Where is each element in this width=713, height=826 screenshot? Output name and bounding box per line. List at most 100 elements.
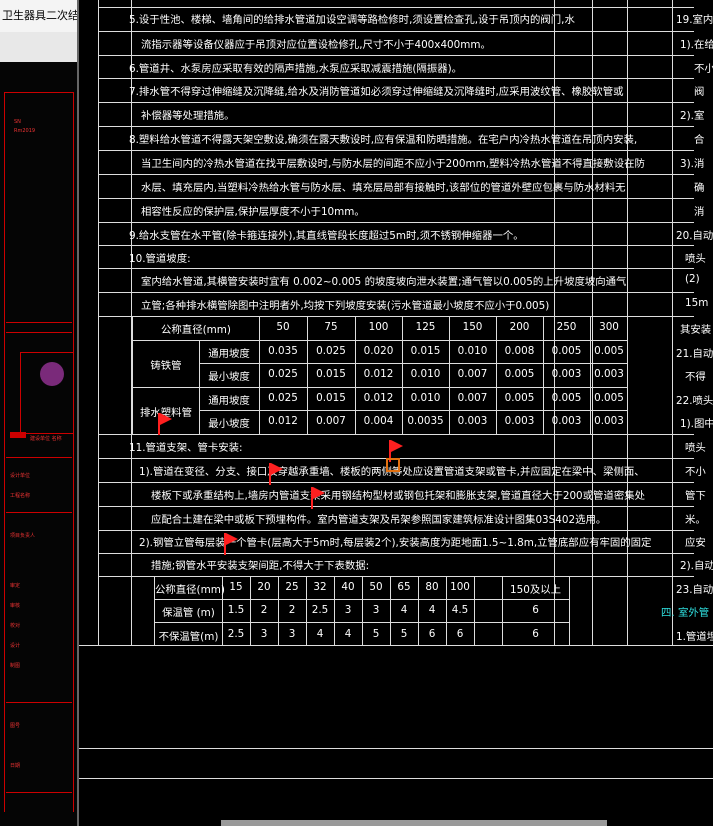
table-group: 铸铁管: [150, 360, 182, 372]
right-col-line: 20.自动喷: [676, 230, 713, 242]
row-label: 最小坡度: [208, 418, 250, 430]
table-cell: 0.015: [316, 392, 346, 404]
table-cell: 0.008: [504, 345, 535, 357]
red-flag-icon[interactable]: [224, 533, 238, 555]
table-cell: 0.012: [363, 392, 394, 404]
table-header: 250: [556, 321, 577, 333]
right-col-line: 不得: [685, 371, 706, 383]
table-header: 300: [599, 321, 619, 333]
right-col-line: 1).图中: [680, 418, 713, 430]
note-line: 补偿器等处理措施。: [141, 110, 235, 122]
table-cell: 4: [400, 604, 408, 616]
table-cell: 0.015: [410, 345, 441, 357]
row-label: 不保温管(m): [158, 631, 219, 643]
table-cell: 6: [532, 604, 539, 616]
table-header: 100: [450, 581, 470, 593]
table-cell: 0.007: [457, 392, 488, 404]
right-col-line: 不小: [685, 466, 706, 478]
table-header: 40: [341, 581, 355, 593]
table-cell: 0.010: [410, 392, 441, 404]
thumb-label: 审定: [10, 583, 21, 589]
note-line: 水层、填充层内,当塑料冷热给水管与防水层、填充层局部有接触时,该部位的管道外壁应…: [141, 182, 626, 194]
table-cell: 0.035: [268, 345, 298, 357]
right-col-line: 阀: [694, 86, 705, 98]
cad-drawing-canvas[interactable]: 5.设于性池、楼梯、墙角间的给排水管道加设空调等路检修时,须设置检查孔,设于吊顶…: [79, 0, 713, 826]
table-header: 50: [369, 581, 383, 593]
right-col-line: 21.自动喷: [676, 348, 713, 360]
table-cell: 6: [456, 628, 464, 640]
note-line: 7.排水管不得穿过伸缩缝及沉降缝,给水及消防管道如必须穿过伸缩缝及沉降缝时,应采…: [129, 86, 624, 98]
thumb-label: 项目负责人: [10, 533, 36, 539]
table-cell: 0.005: [551, 392, 582, 404]
table-header: 200: [509, 321, 530, 333]
left-panel: 卫生器具二次结 SN Rm2019 建设单位 名称 设计单位 工程名称 项目负责…: [0, 0, 77, 826]
table-cell: 0.015: [316, 368, 346, 380]
note-line: 5.设于性池、楼梯、墙角间的给排水管道加设空调等路检修时,须设置检查孔,设于吊顶…: [129, 14, 575, 26]
right-col-line: 消: [694, 206, 705, 218]
table-cell: 5: [372, 628, 380, 640]
note-line: 流指示器等设备仪器应于吊顶对应位置设检修孔,尺寸不小于400x400mm。: [141, 39, 491, 51]
note-line: 8.塑料给水管道不得露天架空敷设,确须在露天敷设时,应有保温和防晒措施。在宅户内…: [129, 134, 638, 146]
table-cell: 4.5: [451, 604, 469, 616]
note-line: 相容性反应的保护层,保护层厚度不小于10mm。: [141, 206, 365, 218]
table-cell: 6: [428, 628, 436, 640]
table-header: 32: [313, 581, 327, 593]
red-flag-icon[interactable]: [269, 463, 283, 485]
table-cell: 4: [316, 628, 324, 640]
note-line: 楼板下或承重结构上,墙房内管道支架采用钢结构型材或钢包托架和膨胀支架,管道直径大…: [151, 490, 646, 502]
table-cell: 1.5: [227, 604, 245, 616]
table-cell: 0.003: [457, 415, 488, 427]
right-col-line: 1).在给: [680, 39, 713, 51]
row-label: 保温管 (m): [162, 607, 215, 619]
thumb-label: 建设单位 名称: [30, 436, 62, 442]
right-col-line: 23.自动喷: [676, 584, 713, 596]
right-col-line: 22.喷头布: [676, 395, 713, 407]
table-cell: 4: [344, 628, 352, 640]
note-line: 室内给水管道,其横管安装时宜有 0.002~0.005 的坡度坡向泄水装置;通气…: [141, 276, 627, 288]
table-cell: 0.005: [504, 368, 535, 380]
table-cell: 0.003: [594, 368, 624, 380]
table-header: 25: [285, 581, 299, 593]
right-col-line: 米。: [685, 514, 706, 526]
note-line: 措施;钢管水平安装支架间距,不得大于下表数据:: [151, 560, 370, 572]
selection-marker-icon[interactable]: [386, 458, 400, 472]
thumb-label: 审核: [10, 603, 21, 609]
horizontal-scrollbar[interactable]: [221, 820, 607, 826]
table-header: 15: [229, 581, 243, 593]
thumb-label: Rm2019: [14, 128, 36, 134]
right-col-line: 2).自动: [680, 560, 713, 572]
window-tab-title[interactable]: 卫生器具二次结: [0, 0, 77, 32]
table-cell: 0.004: [363, 415, 394, 427]
table-cell: 2.5: [227, 628, 245, 640]
table-header: 65: [397, 581, 411, 593]
thumb-label: 设计单位: [10, 473, 31, 479]
right-col-line: 3).消: [680, 158, 705, 170]
right-col-line: 不小: [694, 63, 713, 75]
table-header: 150及以上: [509, 584, 561, 596]
table-cell: 3: [372, 604, 380, 616]
right-col-line: 2).室: [680, 110, 705, 122]
red-flag-icon[interactable]: [158, 413, 172, 435]
table-cell: 0.025: [268, 392, 298, 404]
table-cell: 0.005: [551, 345, 582, 357]
note-line: 当卫生间内的冷热水管道在找平层敷设时,与防水层的间距不应小于200mm,塑料冷热…: [141, 158, 645, 170]
table-cell: 0.010: [457, 345, 488, 357]
right-col-line: 15m: [685, 297, 709, 309]
right-col-line: 1.管道埋: [676, 631, 713, 643]
right-col-line: 其安装: [680, 324, 712, 336]
thumb-label: 设计: [10, 643, 21, 649]
table-header: 100: [368, 321, 389, 333]
table-cell: 0.012: [268, 415, 298, 427]
table-header: 50: [276, 321, 290, 333]
drawing-thumbnail[interactable]: SN Rm2019 建设单位 名称 设计单位 工程名称 项目负责人 审定 审核 …: [0, 62, 77, 826]
right-col-line: 应安: [685, 537, 706, 549]
red-flag-icon[interactable]: [311, 487, 325, 509]
toolbar-strip: [0, 32, 77, 63]
note-line: 应配合土建在梁中或板下预埋构件。室内管道支架及吊架参照国家建筑标准设计图集03S…: [151, 514, 607, 526]
table-cell: 0.007: [316, 415, 346, 427]
table-cell: 0.005: [504, 392, 535, 404]
table-cell: 2: [260, 604, 268, 616]
table-header: 20: [257, 581, 271, 593]
row-label: 通用坡度: [208, 395, 250, 407]
right-col-line: 喷头: [685, 442, 706, 454]
